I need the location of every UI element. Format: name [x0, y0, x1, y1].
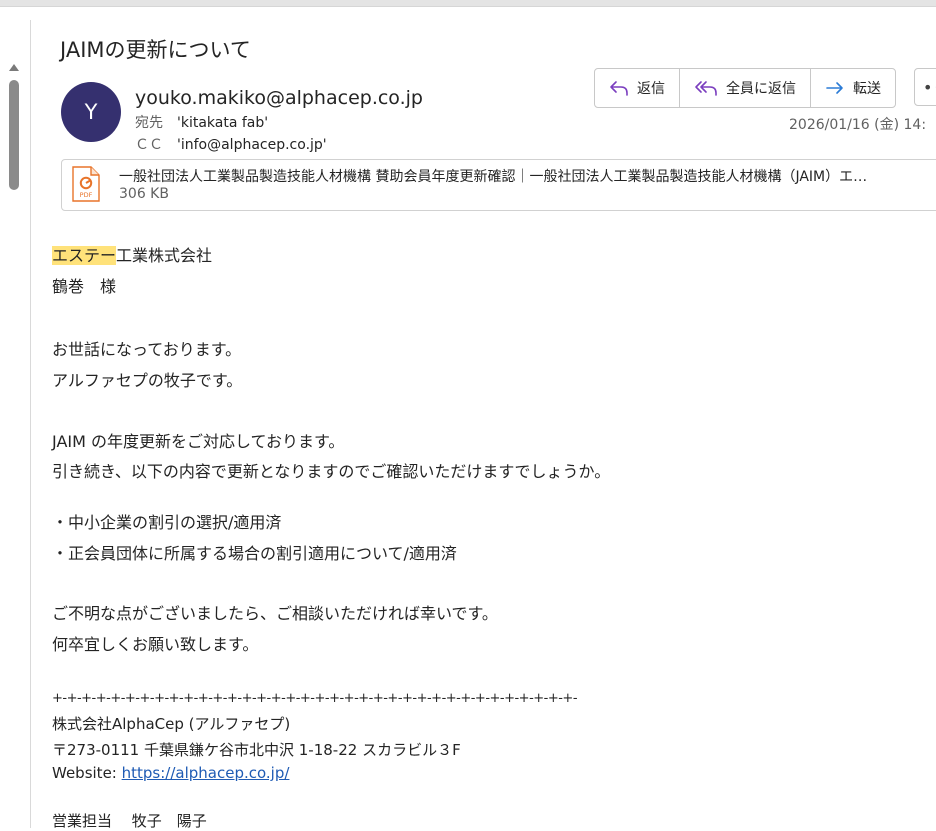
reply-all-label: 全員に返信: [726, 81, 796, 97]
signature-company: 株式会社AlphaCep (アルファセプ): [52, 715, 291, 733]
reply-icon: [610, 81, 628, 96]
email-subject: JAIMの更新について: [60, 38, 251, 62]
pdf-file-icon: PDF: [72, 166, 100, 202]
signature-separator: +-+-+-+-+-+-+-+-+-+-+-+-+-+-+-+-+-+-+-+-…: [52, 691, 578, 706]
scroll-up-arrow-icon[interactable]: [9, 64, 19, 71]
attachment-card[interactable]: PDF 一般社団法人工業製品製造技能人材機構 賛助会員年度更新確認｜一般社団法人…: [61, 159, 936, 211]
body-paragraph-2: 引き続き、以下の内容で更新となりますのでご確認いただけますでしょうか。: [52, 462, 611, 481]
highlighted-text: エステー: [52, 246, 117, 265]
sender-avatar[interactable]: Y: [61, 82, 121, 142]
body-bullet-2: ・正会員団体に所属する場合の割引適用について/適用済: [52, 544, 457, 563]
cc-recipients: ＣＣ 'info@alphacep.co.jp': [135, 134, 327, 154]
forward-label: 転送: [853, 81, 881, 97]
body-company-rest: 工業株式会社: [116, 246, 213, 265]
to-label: 宛先: [135, 115, 163, 131]
body-greeting-2: アルファセプの牧子です。: [52, 371, 243, 390]
body-closing-1: ご不明な点がございましたら、ご相談いただければ幸いです。: [52, 604, 498, 623]
more-dots-icon: •••: [923, 77, 936, 97]
reply-all-button[interactable]: 全員に返信: [680, 69, 811, 107]
to-value[interactable]: 'kitakata fab': [177, 115, 268, 131]
reply-all-icon: [695, 81, 717, 96]
body-greeting-1: お世話になっております。: [52, 340, 242, 359]
body-closing-2: 何卒宜しくお願い致します。: [52, 635, 259, 654]
forward-button[interactable]: 転送: [811, 69, 895, 107]
reply-label: 返信: [637, 81, 665, 97]
more-actions-button[interactable]: •••: [914, 68, 936, 106]
attachment-size: 306 KB: [119, 186, 169, 202]
vertical-scrollbar[interactable]: [5, 60, 23, 828]
sender-email[interactable]: youko.makiko@alphacep.co.jp: [135, 87, 423, 109]
signature-website: Website: https://alphacep.co.jp/: [52, 764, 289, 782]
signature-address: 〒273-0111 千葉県鎌ケ谷市北中沢 1-18-22 スカラビル３F: [52, 741, 461, 759]
body-paragraph-1: JAIM の年度更新をご対応しております。: [52, 432, 345, 451]
message-actions: 返信 全員に返信 転送: [594, 68, 896, 108]
body-addressee: 鶴巻 様: [52, 277, 117, 296]
reply-button[interactable]: 返信: [595, 69, 680, 107]
attachment-name: 一般社団法人工業製品製造技能人材機構 賛助会員年度更新確認｜一般社団法人工業製品…: [119, 169, 868, 185]
forward-arrow-icon: [826, 82, 843, 94]
website-link[interactable]: https://alphacep.co.jp/: [122, 764, 290, 782]
scrollbar-thumb[interactable]: [9, 80, 19, 190]
to-recipients: 宛先 'kitakata fab': [135, 112, 268, 132]
cc-value[interactable]: 'info@alphacep.co.jp': [177, 137, 327, 153]
body-bullet-1: ・中小企業の割引の選択/適用済: [52, 513, 282, 532]
pdf-icon-label: PDF: [80, 191, 93, 199]
website-label: Website:: [52, 764, 122, 782]
body-company: エステー工業株式会社: [52, 242, 212, 266]
pane-divider: [30, 20, 31, 828]
avatar-initial: Y: [84, 100, 98, 124]
cc-label: ＣＣ: [135, 137, 163, 153]
received-date: 2026/01/16 (金) 14:: [789, 117, 927, 133]
top-frame: [0, 0, 936, 7]
